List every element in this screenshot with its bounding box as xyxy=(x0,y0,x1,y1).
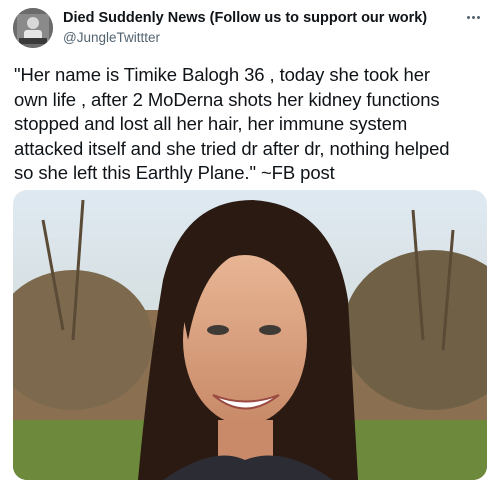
tweet-photo[interactable] xyxy=(13,190,487,480)
more-horizontal-icon xyxy=(466,15,470,19)
avatar[interactable] xyxy=(13,8,53,48)
more-horizontal-icon xyxy=(471,15,475,19)
tweet: Died Suddenly News (Follow us to support… xyxy=(0,0,500,480)
tweet-text: "Her name is Timike Balogh 36 , today sh… xyxy=(14,64,450,184)
username-handle[interactable]: @JungleTwittter xyxy=(63,29,427,47)
tweet-author: Died Suddenly News (Follow us to support… xyxy=(63,9,427,47)
avatar-image xyxy=(13,8,53,48)
photo-image xyxy=(13,190,487,480)
display-name[interactable]: Died Suddenly News (Follow us to support… xyxy=(63,9,427,27)
more-options-button[interactable] xyxy=(462,10,484,24)
more-horizontal-icon xyxy=(476,15,480,19)
